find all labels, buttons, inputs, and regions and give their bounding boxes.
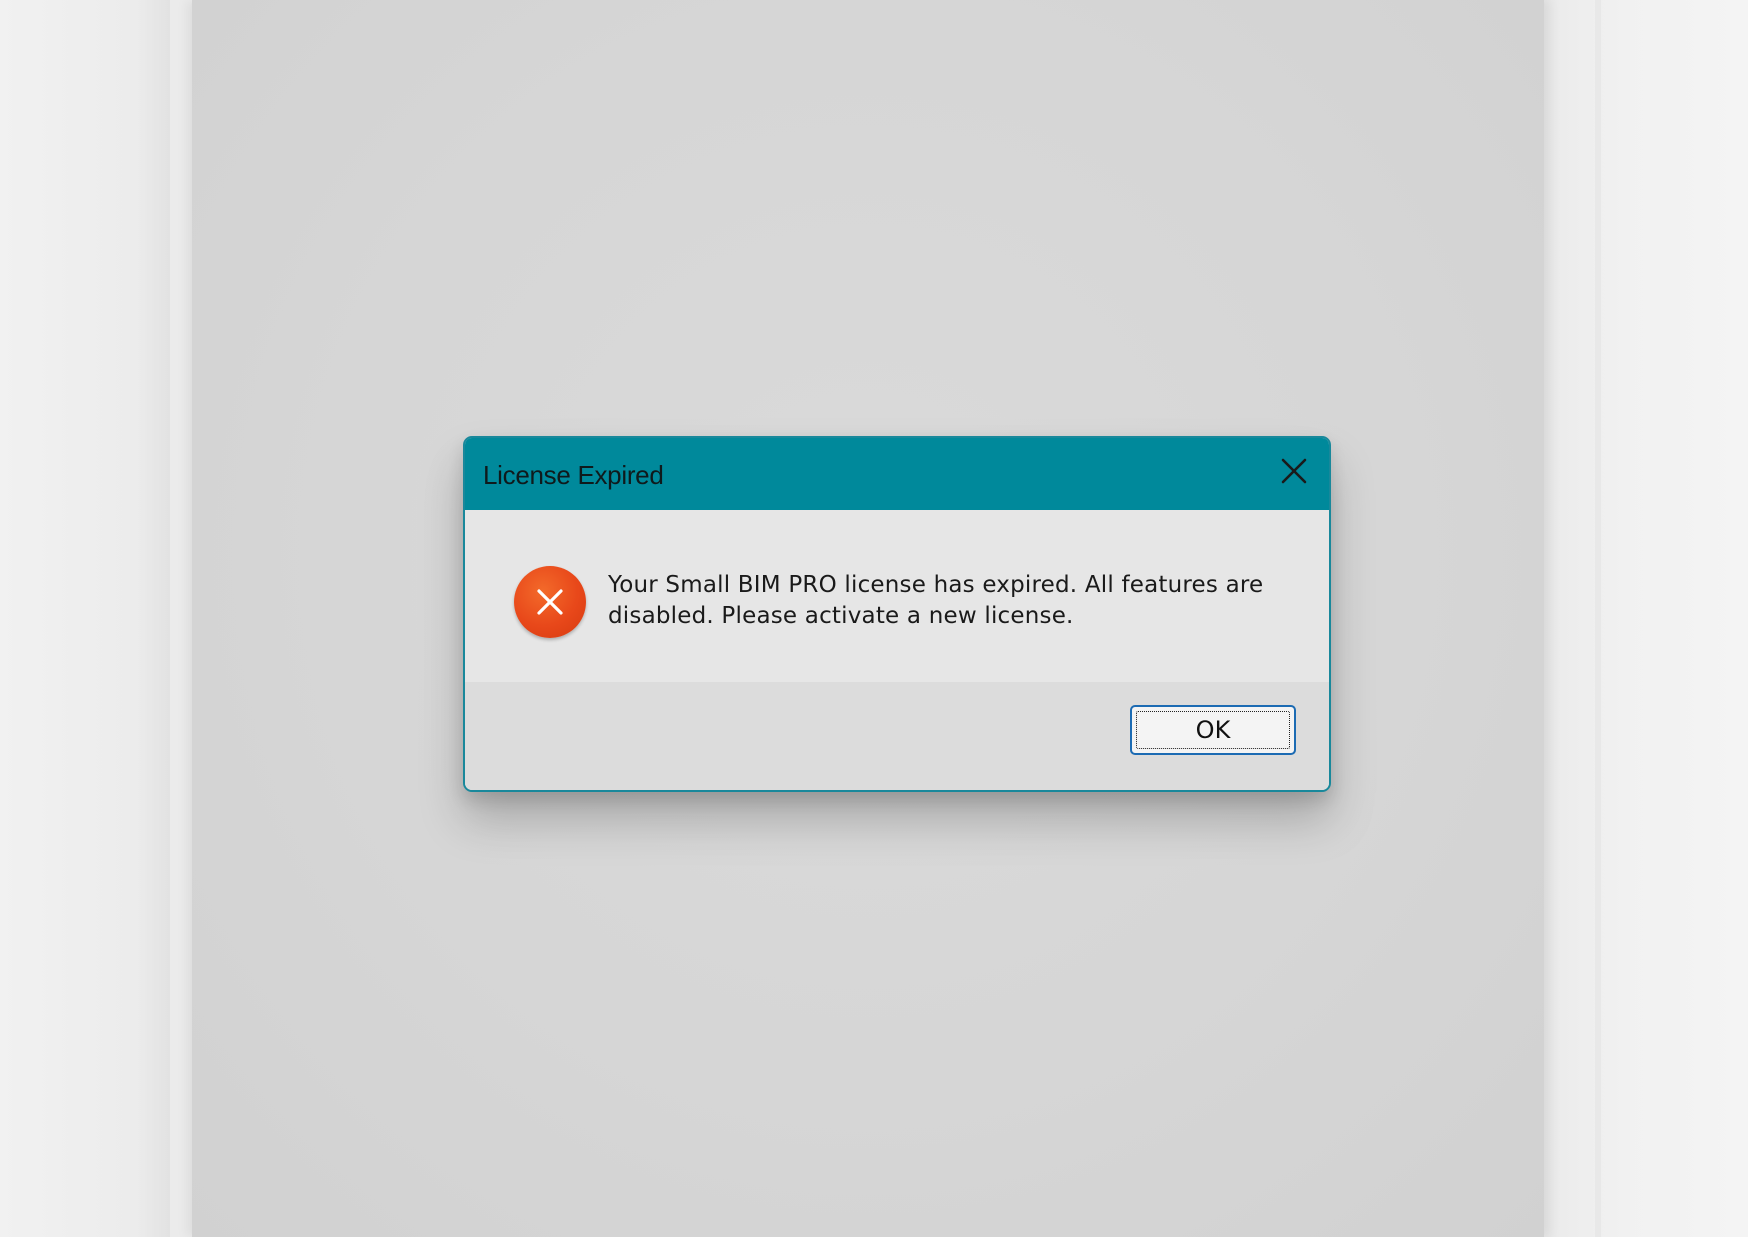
- dialog-title: License Expired: [483, 460, 664, 490]
- dialog-footer: OK: [465, 682, 1329, 790]
- dialog-titlebar: License Expired: [465, 438, 1329, 510]
- ok-button[interactable]: OK: [1130, 705, 1296, 755]
- message-line-1: Your Small BIM PRO license has expired. …: [608, 572, 1264, 598]
- license-expired-dialog: License Expired Your Small BIM PRO licen…: [463, 436, 1331, 792]
- message-line-2: disabled. Please activate a new license.: [608, 603, 1074, 629]
- close-icon: [1281, 458, 1307, 484]
- background-right-edge: [1595, 0, 1601, 1237]
- close-button[interactable]: [1277, 454, 1311, 488]
- ok-button-label: OK: [1195, 716, 1231, 744]
- background-left-strip: [0, 0, 170, 1237]
- dialog-content: Your Small BIM PRO license has expired. …: [465, 510, 1329, 682]
- dialog-message: Your Small BIM PRO license has expired. …: [608, 570, 1308, 632]
- background-right-strip: [1540, 0, 1748, 1237]
- error-x-icon: [514, 566, 586, 638]
